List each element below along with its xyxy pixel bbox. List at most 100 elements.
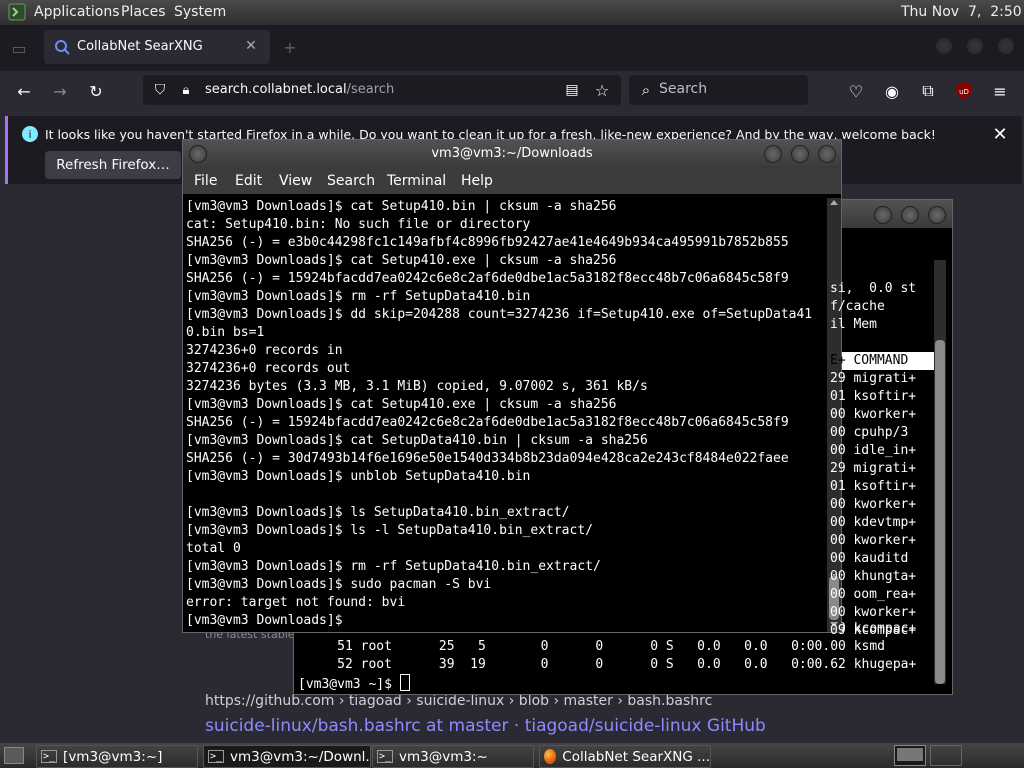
hamburger-menu-icon[interactable]: ≡ — [990, 81, 1010, 101]
terminal-line: [vm3@vm3 Downloads]$ cat Setup410.exe | … — [186, 253, 617, 268]
terminal-output[interactable]: [vm3@vm3 Downloads]$ cat Setup410.bin | … — [186, 198, 826, 630]
terminal-line: [vm3@vm3 Downloads]$ cat Setup410.bin | … — [186, 199, 617, 214]
taskbar-item-firefox[interactable]: CollabNet SearXNG ... — [539, 745, 711, 768]
workspace-active — [897, 748, 923, 761]
search-icon: ⌕ — [641, 81, 651, 99]
url-text: search.collabnet.local/search — [205, 82, 394, 97]
browser-tab[interactable]: CollabNet SearXNG ✕ — [44, 30, 270, 64]
minimize-button[interactable] — [874, 206, 892, 224]
refresh-firefox-button[interactable]: Refresh Firefox… — [45, 151, 181, 179]
search-placeholder: Search — [659, 81, 708, 97]
terminal-line: [vm3@vm3 Downloads]$ rm -rf SetupData410… — [186, 559, 601, 574]
lock-icon[interactable]: 🔒︎ — [177, 81, 195, 99]
minimize-button[interactable] — [764, 145, 782, 163]
menu-view[interactable]: View — [279, 173, 312, 189]
maximize-button[interactable] — [966, 37, 984, 55]
terminal-line: error: target not found: bvi — [186, 595, 406, 610]
taskbar-item-terminal-downloads[interactable]: >_ vm3@vm3:~/Downl... — [203, 745, 371, 768]
menu-terminal[interactable]: Terminal — [387, 173, 446, 189]
terminal-line: 3274236 bytes (3.3 MB, 3.1 MiB) copied, … — [186, 379, 648, 394]
menu-places[interactable]: Places — [121, 4, 166, 20]
pocket-icon[interactable]: ♡ — [846, 81, 866, 101]
window-title: vm3@vm3:~/Downloads — [431, 146, 593, 161]
close-notification-icon[interactable]: ✕ — [990, 124, 1010, 145]
task-label: [vm3@vm3:~] — [63, 748, 163, 765]
tab-title: CollabNet SearXNG — [77, 39, 203, 54]
menu-file[interactable]: File — [194, 173, 217, 189]
terminal-line: [vm3@vm3 Downloads]$ dd skip=204288 coun… — [186, 307, 813, 322]
terminal-icon: >_ — [208, 750, 225, 763]
reload-icon[interactable]: ↻ — [86, 81, 106, 101]
back-arrow-icon[interactable]: ← — [14, 81, 34, 101]
workspace-switcher-inactive[interactable] — [930, 745, 962, 766]
top-output-fragment: 00 kworker+ — [830, 605, 917, 620]
top-output-fragment: 00 cpuhp/3 — [830, 425, 909, 440]
new-tab-icon[interactable]: + — [280, 37, 300, 57]
top-output-fragment: 09 kcompac+ — [830, 623, 917, 638]
result-breadcrumb[interactable]: https://github.com › tiagoad › suicide-l… — [205, 693, 712, 709]
top-output-fragment: E+ COMMAND — [830, 353, 909, 368]
tracking-shield-icon[interactable]: ⛉ — [151, 81, 169, 99]
terminal-icon: >_ — [377, 750, 394, 763]
url-path: /search — [346, 82, 395, 97]
terminal-window-downloads[interactable]: vm3@vm3:~/Downloads File Edit View Searc… — [182, 139, 842, 633]
menu-help[interactable]: Help — [461, 173, 493, 189]
extensions-icon[interactable]: ⧉ — [918, 81, 938, 101]
task-label: vm3@vm3:~ — [399, 748, 488, 765]
close-tab-icon[interactable]: ✕ — [242, 37, 260, 55]
task-label: vm3@vm3:~/Downl... — [230, 748, 371, 765]
svg-text:uD: uD — [959, 88, 969, 96]
distro-logo-icon[interactable] — [8, 3, 26, 21]
tab-overview-icon[interactable]: ▭ — [10, 39, 28, 58]
terminal-line: 3274236+0 records in — [186, 343, 343, 358]
top-panel: Applications Places System Thu Nov 7, 2:… — [0, 0, 1024, 25]
maximize-button[interactable] — [791, 145, 809, 163]
terminal-line: total 0 — [186, 541, 241, 556]
forward-arrow-icon[interactable]: → — [50, 81, 70, 101]
terminal-home-scrollbar[interactable] — [934, 260, 946, 684]
terminal-line: [vm3@vm3 Downloads]$ rm -rf SetupData410… — [186, 289, 531, 304]
close-window-button[interactable] — [928, 206, 946, 224]
ublock-icon[interactable]: uD — [955, 81, 973, 101]
minimize-button[interactable] — [935, 37, 953, 55]
top-output-fragment: 00 idle_in+ — [830, 443, 917, 458]
top-output-fragment: 00 kworker+ — [830, 533, 917, 548]
shell-prompt[interactable]: [vm3@vm3 ~]$ — [298, 674, 410, 694]
terminal-line: [vm3@vm3 Downloads]$ cat SetupData410.bi… — [186, 433, 648, 448]
terminal-downloads-titlebar[interactable]: vm3@vm3:~/Downloads — [183, 140, 841, 168]
scrollbar-thumb[interactable] — [935, 340, 945, 684]
taskbar-item-terminal-home-1[interactable]: >_ [vm3@vm3:~] — [36, 745, 198, 768]
top-output-fragment — [830, 334, 916, 352]
result-title-link[interactable]: suicide-linux/bash.bashrc at master · ti… — [205, 716, 766, 736]
menu-search[interactable]: Search — [327, 173, 375, 189]
top-output-fragments: si, 0.0 st f/cache il Mem E+ COMMAND 29 mig… — [830, 280, 916, 640]
terminal-line: [vm3@vm3 Downloads]$ ls -l SetupData410.… — [186, 523, 593, 538]
menu-system[interactable]: System — [174, 4, 226, 20]
close-window-button[interactable] — [818, 145, 836, 163]
terminal-line: [vm3@vm3 Downloads]$ — [186, 613, 351, 628]
url-bar[interactable]: ⛉ 🔒︎ search.collabnet.local/search ▤ ☆ — [143, 75, 621, 105]
maximize-button[interactable] — [901, 206, 919, 224]
search-bar[interactable]: ⌕ Search — [629, 75, 808, 105]
terminal-menubar: File Edit View Search Terminal Help — [183, 168, 841, 194]
terminal-line: cat: Setup410.bin: No such file or direc… — [186, 217, 531, 232]
close-window-button[interactable] — [997, 37, 1015, 55]
panel-clock[interactable]: Thu Nov 7, 2:50 PM — [901, 4, 1024, 20]
top-output-row: 51 root 25 5 0 0 0 S 0.0 0.0 0:00.00 ksm… — [298, 639, 885, 654]
terminal-line: 3274236+0 records out — [186, 361, 351, 376]
prompt-text: [vm3@vm3 ~]$ — [298, 677, 400, 692]
top-output-fragment: 01 ksoftir+ — [830, 389, 917, 404]
workspace-switcher[interactable] — [894, 745, 926, 766]
taskbar-item-terminal-home-2[interactable]: >_ vm3@vm3:~ — [372, 745, 534, 768]
scroll-up-arrow-icon[interactable] — [830, 200, 838, 205]
searxng-favicon-icon — [54, 39, 70, 55]
bookmark-star-icon[interactable]: ☆ — [593, 81, 611, 100]
account-icon[interactable]: ◉ — [882, 81, 902, 101]
reader-view-icon[interactable]: ▤ — [563, 81, 581, 99]
menu-applications[interactable]: Applications — [34, 4, 120, 20]
top-output-fragment: si, 0.0 st — [830, 281, 917, 296]
menu-edit[interactable]: Edit — [235, 173, 262, 189]
top-output-fragment: 00 kauditd — [830, 551, 909, 566]
show-desktop-icon[interactable] — [4, 747, 24, 764]
